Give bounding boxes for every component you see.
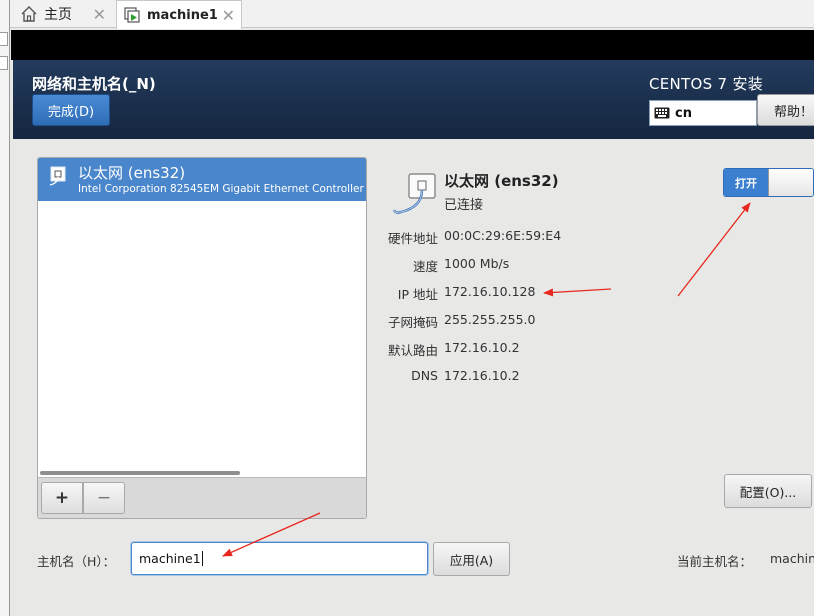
- tab-home-label: 主页: [44, 7, 72, 23]
- speed-label: 速度: [412, 259, 438, 274]
- tab-home[interactable]: 主页 ✕: [14, 0, 112, 28]
- apply-hostname-button[interactable]: 应用(A): [433, 542, 510, 576]
- keyboard-icon: [654, 107, 670, 119]
- current-hostname-label: 当前主机名：: [677, 554, 753, 569]
- dns-value: 172.16.10.2: [444, 368, 520, 383]
- close-icon[interactable]: ✕: [93, 5, 106, 24]
- list-item[interactable]: 以太网 (ens32) Intel Corporation 82545EM Gi…: [38, 158, 366, 201]
- toggle-on-label: 打开: [724, 169, 768, 196]
- speed-value: 1000 Mb/s: [444, 256, 510, 271]
- connection-toggle[interactable]: 打开: [723, 168, 814, 197]
- left-edge-strip: [0, 0, 10, 616]
- close-icon[interactable]: ✕: [222, 6, 235, 25]
- tab-bar: 主页 ✕ machine1 ✕: [0, 0, 814, 29]
- add-device-button[interactable]: +: [41, 482, 83, 514]
- hostname-input-value: machine1: [139, 551, 201, 566]
- ethernet-icon: [49, 166, 66, 186]
- default-route-label: 默认路由: [387, 343, 438, 358]
- vm-icon: [124, 7, 140, 23]
- toggle-knob[interactable]: [768, 169, 813, 196]
- current-hostname-value: machine1: [770, 551, 814, 566]
- device-list: 以太网 (ens32) Intel Corporation 82545EM Gi…: [37, 157, 367, 519]
- installer-header: 网络和主机名(_N) 完成(D) CENTOS 7 安装 cn 帮助！: [13, 60, 814, 139]
- keyboard-layout-label: cn: [675, 105, 692, 121]
- scroll-nub: [0, 32, 8, 46]
- configure-button[interactable]: 配置(O)...: [724, 474, 812, 508]
- keyboard-layout-indicator[interactable]: cn: [649, 100, 757, 126]
- home-icon: [21, 6, 37, 22]
- done-button[interactable]: 完成(D): [32, 94, 110, 126]
- page-title: 网络和主机名(_N): [32, 75, 156, 93]
- hardware-address-value: 00:0C:29:6E:59:E4: [444, 228, 562, 243]
- connection-status: 已连接: [444, 198, 484, 213]
- ethernet-icon: [392, 173, 436, 214]
- remove-device-button[interactable]: −: [83, 482, 125, 514]
- default-route-value: 172.16.10.2: [444, 340, 520, 355]
- scroll-nub: [0, 56, 8, 70]
- device-name: 以太网 (ens32): [78, 164, 186, 182]
- device-description: Intel Corporation 82545EM Gigabit Ethern…: [78, 183, 367, 195]
- product-title: CENTOS 7 安装: [649, 75, 764, 93]
- horizontal-scrollbar[interactable]: [40, 471, 240, 475]
- device-detail-name: 以太网 (ens32): [444, 172, 559, 190]
- device-list-toolbar: + −: [38, 477, 366, 518]
- subnet-mask-value: 255.255.255.0: [444, 312, 536, 327]
- network-spoke: 以太网 (ens32) Intel Corporation 82545EM Gi…: [13, 139, 814, 616]
- hardware-address-label: 硬件地址: [387, 231, 438, 246]
- dns-label: DNS: [411, 368, 438, 383]
- console-top-band: [11, 30, 814, 60]
- tab-machine1-label: machine1: [147, 7, 218, 23]
- hostname-label: 主机名（H）：: [37, 554, 116, 569]
- hostname-input[interactable]: machine1: [131, 542, 428, 575]
- ip-address-value: 172.16.10.128: [444, 284, 536, 299]
- help-button[interactable]: 帮助！: [757, 94, 814, 126]
- tab-machine1[interactable]: machine1 ✕: [116, 0, 242, 29]
- ip-address-label: IP 地址: [397, 287, 438, 302]
- text-caret: [201, 551, 203, 566]
- subnet-mask-label: 子网掩码: [387, 315, 438, 330]
